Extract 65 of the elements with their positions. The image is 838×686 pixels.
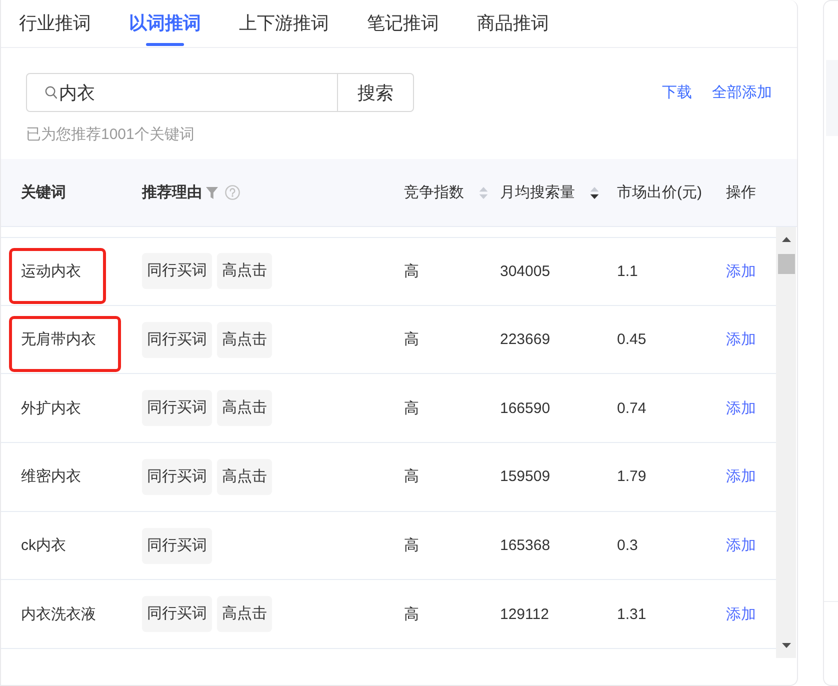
market-bid: 1.1: [617, 262, 638, 280]
search-volume: 304005: [500, 262, 550, 280]
keyword-text: 无肩带内衣: [21, 330, 96, 350]
competition-level: 高: [404, 331, 419, 348]
reason-tag: 高点击: [217, 322, 272, 358]
market-bid: 0.3: [617, 537, 638, 554]
column-header: 关键词: [21, 183, 66, 203]
search-icon: [45, 86, 57, 99]
reason-tag: 同行买词: [142, 390, 212, 426]
reason-tag: 高点击: [217, 458, 272, 495]
column-header: 竞争指数: [404, 183, 464, 203]
tab[interactable]: 笔记推词: [367, 0, 439, 47]
search-volume: 129112: [500, 606, 549, 623]
competition-level: 高: [404, 606, 419, 623]
scroll-down-icon[interactable]: [782, 643, 790, 648]
scroll-up-icon[interactable]: [782, 237, 790, 242]
add-link[interactable]: 添加: [726, 468, 756, 486]
reason-tag: 同行买词: [142, 596, 212, 632]
competition-level: 高: [404, 400, 419, 417]
tab[interactable]: 上下游推词: [239, 0, 329, 47]
filter-icon[interactable]: [206, 186, 218, 198]
column-header: 月均搜索量: [500, 183, 575, 203]
market-bid: 0.74: [617, 400, 646, 417]
scrollbar-thumb[interactable]: [778, 254, 794, 274]
reason-tag: 同行买词: [142, 528, 212, 564]
result-hint: 已为您推荐1001个关键词: [26, 126, 194, 143]
help-icon[interactable]: [225, 185, 240, 200]
search-volume: 166590: [500, 400, 550, 417]
tab[interactable]: 商品推词: [477, 0, 549, 47]
search-volume: 159509: [500, 468, 550, 486]
reason-tag: 高点击: [217, 390, 272, 426]
market-bid: 0.45: [617, 331, 646, 348]
reason-tag: 高点击: [217, 596, 272, 632]
market-bid: 1.31: [617, 606, 646, 623]
text-link[interactable]: 全部添加: [712, 82, 772, 103]
competition-level: 高: [404, 262, 419, 280]
keyword-text: 内衣洗衣液: [21, 604, 96, 625]
column-header: 市场出价(元): [617, 183, 702, 203]
search-volume: 223669: [500, 331, 550, 348]
keyword-text: 外扩内衣: [21, 398, 81, 419]
scrollbar[interactable]: [776, 227, 796, 658]
reason-tag: 同行买词: [142, 322, 212, 358]
reason-tag: 高点击: [217, 253, 272, 290]
search-volume: 165368: [500, 537, 550, 554]
keyword-text: ck内衣: [21, 536, 66, 556]
add-link[interactable]: 添加: [726, 537, 756, 554]
tab[interactable]: 行业推词: [19, 0, 91, 47]
reason-tag: 同行买词: [142, 458, 212, 495]
tab[interactable]: 以词推词: [129, 0, 201, 47]
market-bid: 1.79: [617, 468, 646, 486]
search-field[interactable]: 内衣: [26, 73, 338, 112]
add-link[interactable]: 添加: [726, 262, 756, 280]
sort-icon[interactable]: [590, 186, 599, 200]
column-header: 推荐理由: [142, 183, 202, 203]
competition-level: 高: [404, 468, 419, 486]
text-link[interactable]: 下载: [662, 82, 692, 103]
reason-tag: 同行买词: [142, 253, 212, 290]
search-button[interactable]: 搜索: [338, 73, 414, 112]
add-link[interactable]: 添加: [726, 331, 756, 348]
competition-level: 高: [404, 537, 419, 554]
keyword-text: 运动内衣: [21, 262, 81, 282]
keyword-text: 维密内衣: [21, 467, 81, 488]
add-link[interactable]: 添加: [726, 400, 756, 417]
add-link[interactable]: 添加: [726, 606, 756, 623]
column-header: 操作: [726, 183, 756, 203]
